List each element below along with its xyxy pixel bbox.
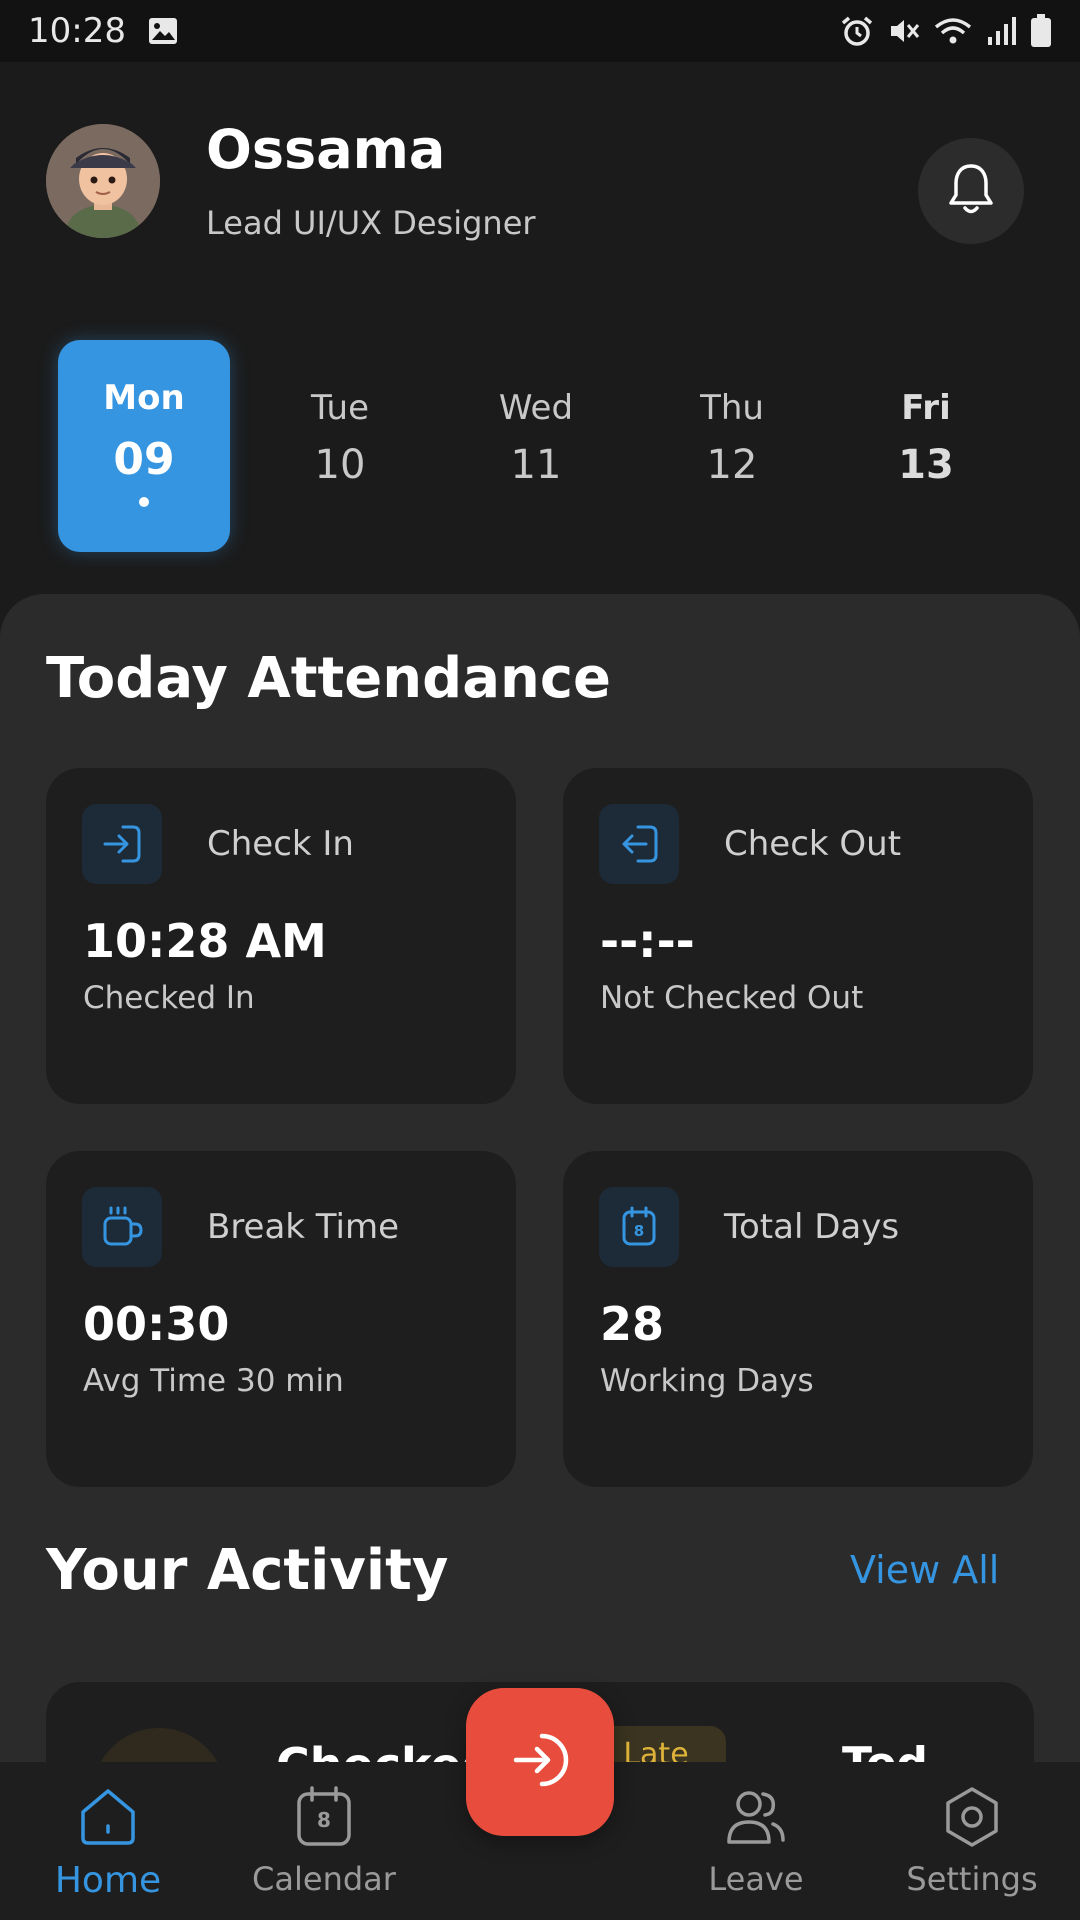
calendar-icon: 8: [291, 1784, 357, 1854]
day-number: 09: [113, 434, 175, 485]
card-value: --:--: [600, 914, 695, 968]
profile-header: Ossama Lead UI/UX Designer: [0, 62, 1080, 312]
card-label: Break Time: [207, 1207, 400, 1247]
day-number: 12: [706, 442, 758, 488]
calendar-icon: 8: [599, 1187, 679, 1267]
nav-label: Leave: [708, 1860, 804, 1898]
battery-icon: [1030, 14, 1052, 48]
card-label: Total Days: [724, 1207, 900, 1247]
card-label: Check In: [207, 824, 354, 864]
check-in-card[interactable]: Check In 10:28 AM Checked In: [46, 768, 516, 1104]
settings-icon: [939, 1784, 1005, 1854]
day-thu[interactable]: Thu 12: [646, 340, 818, 552]
card-value: 28: [600, 1297, 665, 1351]
coffee-cup-icon: [82, 1187, 162, 1267]
svg-text:8: 8: [634, 1222, 644, 1240]
day-wed[interactable]: Wed 11: [450, 340, 622, 552]
card-value: 00:30: [83, 1297, 230, 1351]
break-time-card[interactable]: Break Time 00:30 Avg Time 30 min: [46, 1151, 516, 1487]
day-number: 11: [510, 442, 562, 488]
image-icon: [148, 17, 178, 45]
card-value: 10:28 AM: [83, 914, 327, 968]
nav-label: Calendar: [252, 1860, 396, 1898]
user-role: Lead UI/UX Designer: [206, 204, 536, 242]
nav-label: Home: [54, 1860, 162, 1901]
nav-leave[interactable]: Leave: [656, 1784, 856, 1898]
card-subtitle: Not Checked Out: [600, 980, 864, 1016]
check-in-fab[interactable]: [466, 1688, 614, 1836]
card-subtitle: Checked In: [83, 980, 255, 1016]
day-name: Tue: [310, 388, 370, 428]
status-bar: 10:28: [0, 0, 1080, 62]
activity-title: Your Activity: [46, 1538, 449, 1603]
day-fri[interactable]: Fri 13: [840, 340, 1012, 552]
home-icon: [75, 1784, 141, 1854]
calendar-day-number: 8: [317, 1808, 331, 1832]
attendance-title: Today Attendance: [46, 646, 612, 711]
bell-icon: [946, 161, 996, 221]
total-days-card[interactable]: 8 Total Days 28 Working Days: [563, 1151, 1033, 1487]
day-name: Fri: [901, 388, 951, 428]
day-name: Wed: [498, 388, 574, 428]
view-all-link[interactable]: View All: [850, 1548, 999, 1592]
logout-icon: [599, 804, 679, 884]
card-subtitle: Working Days: [600, 1363, 814, 1399]
notification-button[interactable]: [918, 138, 1024, 244]
nav-calendar[interactable]: 8 Calendar: [224, 1784, 424, 1898]
signal-icon: [986, 15, 1016, 47]
login-icon: [82, 804, 162, 884]
nav-settings[interactable]: Settings: [872, 1784, 1072, 1898]
day-name: Mon: [103, 378, 185, 418]
app-screen: 10:28 Ossama Lead UI/UX Designer Mon 09 …: [0, 0, 1080, 1920]
card-subtitle: Avg Time 30 min: [83, 1363, 344, 1399]
avatar[interactable]: [46, 124, 160, 238]
check-out-card[interactable]: Check Out --:-- Not Checked Out: [563, 768, 1033, 1104]
wifi-icon: [934, 15, 972, 47]
card-label: Check Out: [724, 824, 902, 864]
selected-dot: [139, 497, 149, 507]
nav-label: Settings: [906, 1860, 1038, 1898]
day-mon[interactable]: Mon 09: [58, 340, 230, 552]
day-name: Thu: [700, 388, 764, 428]
mute-icon: [888, 15, 920, 47]
day-number: 10: [314, 442, 366, 488]
users-icon: [723, 1784, 789, 1854]
nav-home[interactable]: Home: [8, 1784, 208, 1901]
status-time: 10:28: [28, 11, 126, 51]
alarm-icon: [840, 15, 874, 47]
day-tue[interactable]: Tue 10: [254, 340, 426, 552]
user-name: Ossama: [206, 118, 446, 181]
day-number: 13: [898, 442, 954, 488]
day-selector: Mon 09 Tue 10 Wed 11 Thu 12 Fri 13: [0, 340, 1080, 552]
login-icon: [508, 1728, 572, 1796]
